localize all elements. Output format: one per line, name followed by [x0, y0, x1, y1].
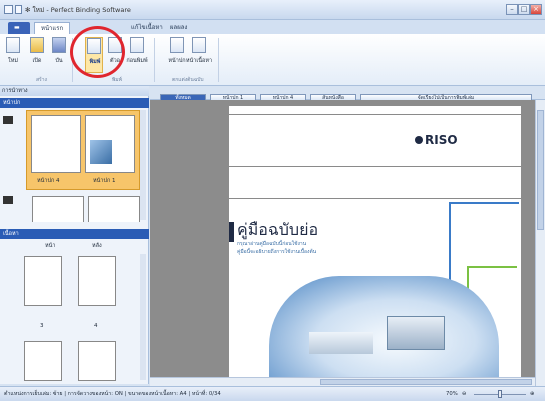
cover-section-title: หน้าปก — [3, 100, 21, 106]
document-viewer: RISO คู่มือฉบับย่อ กรุณาอ่านคู่มือฉบับนี… — [150, 100, 535, 384]
navigation-pane: การนำทาง หน้าปก หน้าปก 4 หน้าปก 1 เนื้อห… — [0, 86, 149, 384]
cover-page-1-label: หน้าปก 1 — [93, 178, 116, 184]
quick-access-icon[interactable] — [15, 5, 22, 14]
content-page-4-thumb[interactable] — [78, 256, 116, 306]
horizontal-scrollbar[interactable] — [150, 377, 535, 386]
tab-home[interactable]: หน้าแรก — [34, 22, 71, 34]
window-title: ✻ ใหม่ - Perfect Binding Software — [25, 6, 131, 14]
brand-logo: RISO — [425, 133, 458, 147]
content-page-6-thumb[interactable] — [78, 341, 116, 381]
folder-icon — [30, 37, 44, 53]
document-subtitle-1: กรุณาอ่านคู่มือฉบับนี้ก่อนใช้งาน — [237, 241, 307, 247]
group-decorate-label: ตกแต่งต้นฉบับ — [172, 77, 204, 83]
page-guide-line — [229, 166, 521, 167]
maximize-button[interactable]: □ — [518, 4, 530, 15]
app-icon — [4, 5, 13, 14]
tab-edit-content[interactable]: แก้ไขเนื้อหา — [125, 22, 169, 34]
status-bar: ตำแหน่งการเย็บเล่ม: ซ้าย | การจัดวางของห… — [0, 386, 545, 401]
page-guide-line — [229, 198, 521, 199]
new-file-icon — [6, 37, 20, 53]
zoom-slider-thumb[interactable] — [498, 390, 502, 398]
content-scrollbar[interactable] — [140, 254, 146, 380]
cover-section-header[interactable]: หน้าปก — [0, 98, 149, 108]
preview-icon — [130, 37, 144, 53]
spine-marker-icon — [3, 196, 13, 204]
cover-icon — [170, 37, 184, 53]
content-icon — [192, 37, 206, 53]
file-menu-button[interactable]: ▬ — [8, 22, 30, 34]
vertical-scroll-thumb[interactable] — [537, 110, 544, 230]
cover-page-button[interactable]: หน้าปก — [168, 37, 186, 73]
cover-page-4-thumb — [31, 115, 81, 173]
cover-scrollbar[interactable] — [140, 110, 146, 220]
minimize-button[interactable]: – — [506, 4, 518, 15]
vertical-scrollbar[interactable] — [535, 100, 545, 386]
open-button[interactable]: เปิด — [28, 37, 46, 73]
zoom-out-icon[interactable]: ⊖ — [462, 387, 466, 401]
zoom-level: 70% — [446, 391, 458, 397]
save-icon — [52, 37, 66, 53]
cover-page-4-label: หน้าปก 4 — [37, 178, 60, 184]
view-toolbar: ทั้งหมด หน้าปก 1 หน้าปก 4 สันหนังสือ จัด… — [150, 86, 545, 102]
cover-image — [90, 140, 112, 164]
document-subtitle-2: คู่มือนี้จะอธิบายถึงการใช้งานเบื้องต้น — [237, 249, 317, 255]
cover-graphic — [269, 276, 499, 384]
riso-logo-icon — [415, 136, 423, 144]
navigation-title: การนำทาง — [2, 88, 28, 94]
content-page-button[interactable]: หน้าเนื้อหา — [186, 37, 212, 73]
title-bar: ✻ ใหม่ - Perfect Binding Software – □ × — [0, 0, 545, 20]
spine-marker-icon — [3, 116, 13, 124]
front-column-label: หน้า — [45, 243, 56, 249]
group-create-label: สร้าง — [36, 77, 47, 83]
zoom-in-icon[interactable]: ⊕ — [530, 387, 534, 401]
tab-output[interactable]: ผลผลง — [164, 22, 193, 34]
content-page-3-thumb[interactable] — [24, 256, 62, 306]
document-page: RISO คู่มือฉบับย่อ กรุณาอ่านคู่มือฉบับนี… — [229, 106, 521, 384]
close-button[interactable]: × — [530, 4, 542, 15]
front-cover-thumb[interactable] — [88, 196, 140, 222]
page-4-label: 4 — [94, 323, 98, 329]
heading-marker — [229, 222, 234, 242]
page-3-label: 3 — [40, 323, 44, 329]
content-section-title: เนื้อหา — [3, 231, 19, 237]
status-text: ตำแหน่งการเย็บเล่ม: ซ้าย | การจัดวางของห… — [4, 391, 221, 397]
content-section-header[interactable]: เนื้อหา — [0, 229, 149, 239]
horizontal-scroll-thumb[interactable] — [320, 379, 532, 385]
back-column-label: หลัง — [92, 243, 102, 249]
group-print-label: พิมพ์ — [112, 77, 122, 83]
booklet-image — [309, 332, 373, 354]
page-divider — [229, 114, 521, 115]
cover-page-1-thumb — [85, 115, 135, 173]
new-button[interactable]: ใหม่ — [4, 37, 22, 73]
save-button[interactable]: บัน — [50, 37, 68, 73]
cover-thumbnail-selected[interactable]: หน้าปก 4 หน้าปก 1 — [26, 110, 140, 190]
back-cover-thumb[interactable] — [32, 196, 84, 222]
navigation-header: การนำทาง — [0, 86, 149, 96]
printer-machine-image — [387, 316, 445, 350]
print-preview-button[interactable]: ก่อนพิมพ์ — [126, 37, 148, 73]
print-highlight-circle — [70, 26, 125, 78]
content-page-5-thumb[interactable] — [24, 341, 62, 381]
